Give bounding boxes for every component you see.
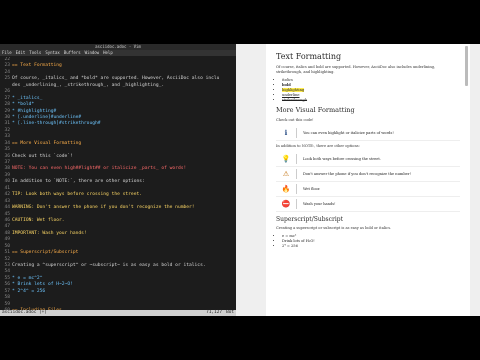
status-filename: asciidoc.adoc [+] [2,310,47,315]
line-text: * e = mc^2^ [12,275,43,281]
line-text: TIP: Look both ways before crossing the … [12,192,142,198]
lightbulb-icon: 💡 [281,155,291,163]
line-text: == More Visual Formatting [12,140,82,146]
admonition-warning: ⚠ Don't answer the phone if you don't re… [276,167,460,182]
divider [296,128,297,138]
menu-buffers[interactable]: Buffers [64,50,81,55]
line-text: * 2^4^ = 256 [12,288,46,294]
admonition-text: Wash your hands! [303,202,336,206]
admonition-text: Don't answer the phone if you don't reco… [303,172,411,176]
admonition-text: Look both ways before crossing the stree… [303,157,381,161]
line-text: IMPORTANT: Wash your hands! [12,230,87,236]
line-text: Check out this `code`! [12,153,73,159]
line-text: == Text Formatting [12,63,62,69]
info-icon: ℹ [284,129,288,137]
stop-icon: ⛔ [281,200,291,208]
line-text: des _underlining_, _strikethrough_, and … [12,82,165,88]
menu-syntax[interactable]: Syntax [45,50,59,55]
line-text: NOTE: You can even high##light## or ital… [12,166,187,172]
letterbox-bottom [0,316,480,360]
preview-sup-intro: Creating a superscript or subscript is a… [276,226,392,230]
letterbox-top [0,0,480,44]
line-text: CAUTION: Wet floor. [12,217,65,223]
preview-heading-text-formatting: Text Formatting [276,52,342,61]
fire-icon: 🔥 [281,185,291,193]
preview-heading-superscript: Superscript/Subscript [276,216,344,223]
menu-file[interactable]: File [2,50,12,55]
admonition-tip: 💡 Look both ways before crossing the str… [276,152,460,167]
menu-window[interactable]: Window [85,50,99,55]
admonition-important: ⛔ Wash your hands! [276,197,460,212]
line-text: * Brink lets of H~2~O! [12,282,73,288]
menu-tools[interactable]: Tools [29,50,41,55]
editor-pane[interactable]: asciidoc.adoc - Vim File Edit Tools Syntax B… [0,44,236,316]
list-item: 2⁴ = 256 [282,244,460,249]
preview-pane[interactable]: Text Formatting Of course, italics and b… [236,44,480,316]
admonition-text: You can even highlight or italicize part… [303,131,394,135]
preview-heading-visual: More Visual Formatting [276,106,355,114]
editor-menubar: File Edit Tools Syntax Buffers Window Help [0,50,236,56]
line-text: * #highlighting# [12,108,57,114]
preview-addition: In addition to NOTE:, there are other op… [276,144,360,148]
list-item: strikethrough [282,98,460,103]
list-item-highlight: highlighting [282,88,305,92]
menu-help[interactable]: Help [103,50,113,55]
preview-sup-list: e = mc² Drink lots of H₂O! 2⁴ = 256 [282,234,460,249]
line-text: * [.line-through]#strikethrough# [12,121,101,127]
line-text: Creating a ^superscript^ or ~subscript~ … [12,263,206,268]
editor-text[interactable]: 22 23 == Text Formatting 24 25 Of course, _it… [0,57,236,310]
admonition-caution: 🔥 Wet floor. [276,182,460,197]
status-percent: Bot [226,310,234,315]
divider [296,169,297,179]
preview-scrollbar[interactable] [465,46,468,86]
divider [296,154,297,164]
line-text: * *bold* [12,102,35,108]
preview-check-code: Check out this code! [276,118,314,122]
admonition-text: Wet floor. [303,187,321,191]
preview-format-list: italics bold highlighting underline stri… [282,78,460,103]
status-position: 71,127 [206,310,222,315]
divider [296,184,297,194]
line-text: WARNING: Don't answer the phone if you d… [12,205,195,211]
menu-edit[interactable]: Edit [16,50,26,55]
preview-intro: Of course, italics and bold are supporte… [276,65,436,74]
line-text: Of course, _italics_ and *bold* are supp… [12,76,220,82]
admonition-note: ℹ You can even highlight or italicize pa… [276,126,460,141]
line-text: == Superscript/Subscript [12,250,79,256]
editor-statusline: asciidoc.adoc [+] 71,127 Bot [0,310,236,316]
line-text: * [.underline]#underline# [12,114,82,120]
line-text: In addition to `NOTE:`, there are other … [12,179,145,185]
divider [296,199,297,209]
line-text: * _italics_ [12,95,43,101]
warning-icon: ⚠ [282,170,290,178]
preview-page: Text Formatting Of course, italics and b… [266,44,470,316]
